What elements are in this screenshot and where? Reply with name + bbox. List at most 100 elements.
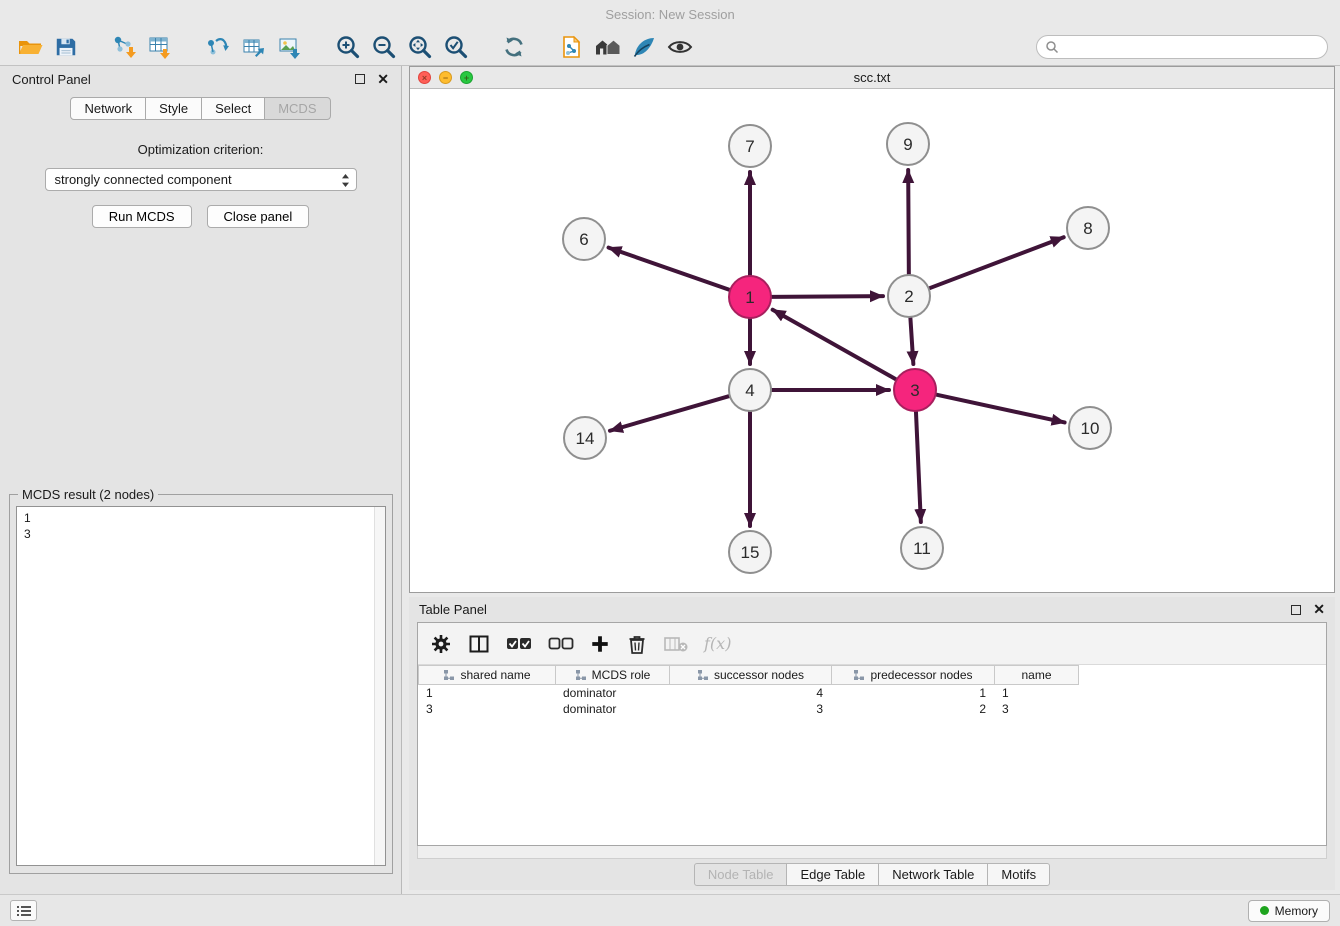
- zoom-fit-button[interactable]: [402, 31, 438, 63]
- close-panel-icon[interactable]: ✕: [377, 71, 389, 88]
- graph-edge-3-10[interactable]: [936, 395, 1064, 423]
- minimize-window-button[interactable]: −: [439, 71, 452, 84]
- list-icon: [16, 905, 32, 917]
- column-header-mcds-role[interactable]: MCDS role: [555, 666, 669, 684]
- export-image-icon: [277, 34, 303, 60]
- delete-column-button[interactable]: [664, 635, 688, 653]
- tab-mcds[interactable]: MCDS: [264, 97, 330, 120]
- tab-network[interactable]: Network: [70, 97, 146, 120]
- network-view-window: × − + scc.txt 7968124314101511: [409, 66, 1335, 593]
- zoom-in-button[interactable]: [330, 31, 366, 63]
- cell-mcds-role[interactable]: dominator: [555, 686, 669, 700]
- float-panel-icon[interactable]: [355, 74, 365, 84]
- import-network-button[interactable]: [106, 31, 142, 63]
- traffic-lights: × − +: [418, 71, 473, 84]
- unselect-all-button[interactable]: [548, 635, 574, 653]
- control-panel: Control Panel ✕ Network Style Select MCD…: [0, 66, 402, 894]
- save-button[interactable]: [48, 31, 84, 63]
- zoom-window-button[interactable]: +: [460, 71, 473, 84]
- show-hide-button[interactable]: [662, 31, 698, 63]
- table-settings-button[interactable]: [430, 633, 452, 655]
- refresh-icon: [501, 34, 527, 60]
- mcds-result-title: MCDS result (2 nodes): [18, 487, 158, 502]
- memory-label: Memory: [1275, 904, 1318, 918]
- cell-predecessor-nodes[interactable]: 1: [831, 686, 994, 700]
- graph-node-label-10: 10: [1081, 419, 1100, 438]
- run-mcds-button[interactable]: Run MCDS: [92, 205, 192, 228]
- eye-icon: [667, 34, 693, 60]
- search-box[interactable]: [1036, 35, 1328, 59]
- graph-edge-1-2[interactable]: [772, 296, 883, 297]
- tab-edge-table[interactable]: Edge Table: [786, 863, 879, 886]
- tab-node-table[interactable]: Node Table: [694, 863, 788, 886]
- table-row[interactable]: 1 dominator 4 1 1: [418, 685, 1326, 701]
- export-network-button[interactable]: [200, 31, 236, 63]
- mcds-result-list[interactable]: 1 3: [16, 506, 386, 866]
- graph-edge-3-1[interactable]: [773, 310, 896, 379]
- graph-edge-2-3[interactable]: [910, 318, 913, 364]
- cell-name[interactable]: 1: [994, 686, 1078, 700]
- column-header-shared-name[interactable]: shared name: [418, 666, 555, 684]
- tab-network-table[interactable]: Network Table: [878, 863, 988, 886]
- table-row[interactable]: 3 dominator 3 2 3: [418, 701, 1326, 717]
- float-table-panel-icon[interactable]: [1291, 605, 1301, 615]
- cell-name[interactable]: 3: [994, 702, 1078, 716]
- criterion-dropdown[interactable]: strongly connected component: [45, 168, 357, 191]
- close-table-panel-icon[interactable]: ✕: [1313, 601, 1325, 618]
- column-header-successor-nodes[interactable]: successor nodes: [669, 666, 831, 684]
- network-file-button[interactable]: [554, 31, 590, 63]
- cell-mcds-role[interactable]: dominator: [555, 702, 669, 716]
- dropdown-stepper-icon: [341, 173, 350, 188]
- optimization-criterion-label: Optimization criterion:: [0, 142, 401, 157]
- apply-style-icon: [631, 34, 657, 60]
- zoom-selected-icon: [443, 34, 469, 60]
- hierarchy-icon: [853, 669, 865, 681]
- graph-edge-2-9[interactable]: [908, 170, 909, 274]
- table-panel-tabs: Node Table Edge Table Network Table Moti…: [409, 863, 1335, 886]
- mcds-result-item: 1: [24, 510, 378, 526]
- select-all-button[interactable]: [506, 635, 532, 653]
- show-columns-button[interactable]: [468, 633, 490, 655]
- save-icon: [54, 35, 78, 59]
- network-window-title: scc.txt: [854, 70, 891, 85]
- graph-edge-4-14[interactable]: [610, 396, 729, 431]
- export-table-icon: [241, 34, 267, 60]
- zoom-selected-button[interactable]: [438, 31, 474, 63]
- cell-successor-nodes[interactable]: 3: [669, 702, 831, 716]
- apply-style-button[interactable]: [626, 31, 662, 63]
- graph-edge-2-8[interactable]: [930, 237, 1064, 288]
- column-header-predecessor-nodes[interactable]: predecessor nodes: [831, 666, 994, 684]
- export-image-button[interactable]: [272, 31, 308, 63]
- open-button[interactable]: [12, 31, 48, 63]
- add-column-button[interactable]: [590, 634, 610, 654]
- memory-button[interactable]: Memory: [1248, 900, 1330, 922]
- cell-shared-name[interactable]: 3: [418, 702, 555, 716]
- first-neighbors-button[interactable]: [590, 31, 626, 63]
- tab-select[interactable]: Select: [201, 97, 265, 120]
- cell-predecessor-nodes[interactable]: 2: [831, 702, 994, 716]
- export-table-button[interactable]: [236, 31, 272, 63]
- task-history-button[interactable]: [10, 900, 37, 921]
- graph-edge-1-6[interactable]: [609, 248, 730, 290]
- function-builder-button[interactable]: f(x): [704, 634, 731, 653]
- close-panel-button[interactable]: Close panel: [207, 205, 310, 228]
- control-panel-header: Control Panel ✕: [0, 66, 401, 92]
- network-canvas-container: 7968124314101511: [410, 89, 1334, 592]
- graph-edge-3-11[interactable]: [916, 412, 921, 522]
- table-horizontal-scrollbar[interactable]: [417, 846, 1327, 859]
- zoom-out-button[interactable]: [366, 31, 402, 63]
- zoom-fit-icon: [407, 34, 433, 60]
- cell-successor-nodes[interactable]: 4: [669, 686, 831, 700]
- import-table-button[interactable]: [142, 31, 178, 63]
- search-input[interactable]: [1064, 40, 1319, 54]
- delete-row-button[interactable]: [626, 633, 648, 655]
- refresh-button[interactable]: [496, 31, 532, 63]
- result-scrollbar[interactable]: [374, 507, 385, 865]
- cell-shared-name[interactable]: 1: [418, 686, 555, 700]
- network-canvas[interactable]: 7968124314101511: [410, 89, 1334, 593]
- close-window-button[interactable]: ×: [418, 71, 431, 84]
- tab-style[interactable]: Style: [145, 97, 202, 120]
- main-toolbar: [0, 28, 1340, 66]
- tab-motifs[interactable]: Motifs: [987, 863, 1050, 886]
- column-header-name[interactable]: name: [994, 666, 1078, 684]
